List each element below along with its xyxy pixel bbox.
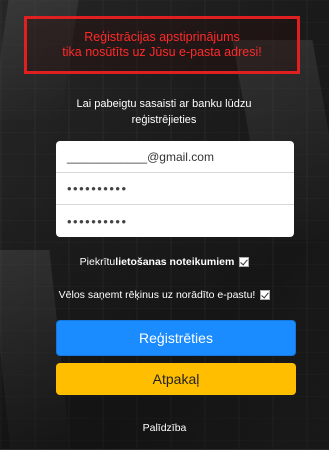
back-button-label: Atpakaļ xyxy=(152,371,200,387)
email-field-value: ____________@gmail.com xyxy=(67,149,214,164)
intro-line-1: Lai pabeigtu sasaisti ar banku lūdzu xyxy=(76,98,252,110)
alert-line-1: Reģistrācijas apstiprinājums xyxy=(84,30,240,44)
invoices-label: Vēlos saņemt rēķinus uz norādīto e-pastu… xyxy=(58,289,256,301)
password-confirm-field[interactable]: •••••••••• xyxy=(56,205,294,237)
register-button[interactable]: Reģistrēties xyxy=(56,320,296,356)
help-link[interactable]: Palīdzība xyxy=(0,422,329,434)
alert-line-2: tika nosūtīts uz Jūsu e-pasta adresi! xyxy=(62,45,262,59)
confirmation-alert: Reģistrācijas apstiprinājums tika nosūtī… xyxy=(24,16,300,74)
terms-link[interactable]: lietošanas noteikumiem xyxy=(115,256,234,268)
intro-line-2: reģistrējieties xyxy=(131,114,197,126)
password-confirm-field-value: •••••••••• xyxy=(67,213,128,229)
invoices-row: Vēlos saņemt rēķinus uz norādīto e-pastu… xyxy=(0,289,329,301)
password-field-value: •••••••••• xyxy=(67,181,128,196)
registration-fields: ____________@gmail.com •••••••••• ••••••… xyxy=(56,141,294,237)
terms-prefix: Piekrītu xyxy=(79,256,116,268)
back-button[interactable]: Atpakaļ xyxy=(56,363,296,395)
invoices-checkbox[interactable] xyxy=(260,290,271,300)
intro-text: Lai pabeigtu sasaisti ar banku lūdzu reģ… xyxy=(58,96,270,128)
register-button-label: Reģistrēties xyxy=(139,330,213,346)
email-field[interactable]: ____________@gmail.com xyxy=(56,141,294,173)
password-field[interactable]: •••••••••• xyxy=(56,173,294,205)
terms-row: Piekrītu lietošanas noteikumiem xyxy=(0,256,329,268)
terms-checkbox[interactable] xyxy=(239,257,250,267)
